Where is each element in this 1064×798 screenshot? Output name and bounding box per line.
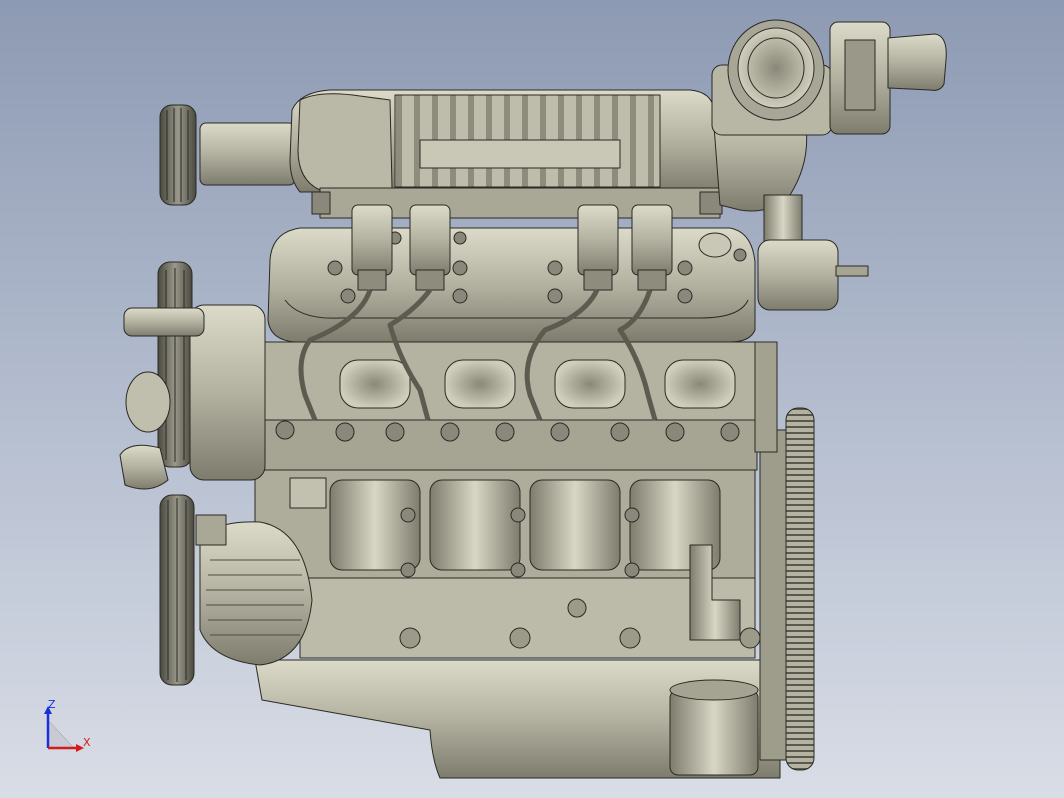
- axis-triad: Z X: [40, 698, 100, 758]
- idler-pulley: [125, 371, 171, 433]
- z-axis-label: Z: [48, 698, 56, 711]
- oil-filter: [669, 689, 759, 776]
- oil-filter-cap: [669, 679, 759, 701]
- bellhousing-edge: [759, 429, 787, 761]
- ignition-coil-4: [631, 204, 673, 291]
- supercharger-name-plate: [419, 139, 621, 169]
- sensor-box: [289, 477, 327, 509]
- coolant-elbow: [119, 444, 169, 490]
- ignition-coil-3: [577, 204, 619, 291]
- base-flange-left: [311, 191, 331, 215]
- thermostat-outlet: [123, 307, 205, 337]
- block-lower: [299, 577, 756, 659]
- cylinder-head[interactable]: [261, 341, 758, 471]
- exhaust-port-1: [339, 359, 411, 409]
- exhaust-port-4: [664, 359, 736, 409]
- supercharger-front-cover: [297, 93, 393, 191]
- alternator-bracket: [195, 514, 227, 546]
- engine-block[interactable]: [254, 469, 761, 659]
- ignition-coil-2: [409, 204, 451, 291]
- flywheel[interactable]: [759, 407, 815, 771]
- oil-filler-cap: [698, 232, 732, 258]
- supercharger-pulley: [159, 104, 197, 206]
- exhaust-port-2: [444, 359, 516, 409]
- throttle-body-assembly[interactable]: [711, 19, 947, 256]
- x-axis-label: X: [83, 736, 91, 749]
- exhaust-port-3: [554, 359, 626, 409]
- supercharger-snout: [199, 122, 296, 186]
- base-flange-right: [699, 191, 723, 215]
- water-pump-assembly[interactable]: [119, 261, 266, 490]
- flywheel-ring-gear: [785, 407, 815, 771]
- model-viewport[interactable]: [0, 0, 1064, 798]
- throttle-inlet-bore: [737, 27, 815, 109]
- throttle-actuator-detail: [844, 39, 876, 111]
- supercharger-assembly[interactable]: [159, 89, 723, 219]
- ignition-coil-1: [351, 204, 393, 291]
- throttle-sensor-nozzle: [887, 33, 947, 91]
- oil-pan[interactable]: [254, 659, 781, 779]
